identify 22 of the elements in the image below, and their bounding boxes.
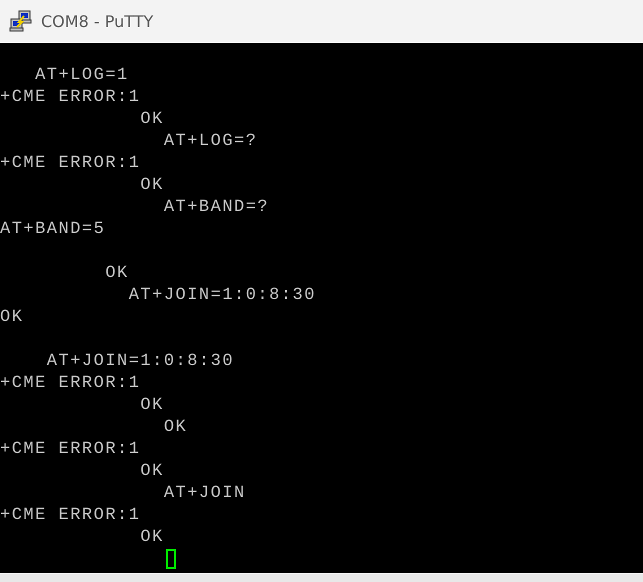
terminal-line: AT+LOG=? <box>162 132 258 151</box>
terminal-line: OK <box>139 396 164 415</box>
terminal-line: AT+BAND=? <box>162 198 270 217</box>
terminal-line: +CME ERROR:1 <box>0 154 140 173</box>
terminal-line: OK <box>139 462 164 481</box>
terminal-line: OK <box>0 308 24 327</box>
terminal-line: OK <box>139 110 164 129</box>
terminal-line: AT+JOIN=1:0:8:30 <box>128 286 316 305</box>
terminal-line: OK <box>162 418 188 437</box>
terminal-line: OK <box>139 176 164 195</box>
terminal-line: +CME ERROR:1 <box>0 88 140 107</box>
window-title: COM8 - PuTTY <box>41 12 154 31</box>
terminal-line: OK <box>139 528 164 547</box>
terminal-line: AT+BAND=5 <box>0 220 106 239</box>
terminal-line: +CME ERROR:1 <box>0 440 140 459</box>
terminal-line: AT+JOIN=1:0:8:30 <box>46 352 234 371</box>
terminal-line: +CME ERROR:1 <box>0 374 140 393</box>
terminal-line: AT+JOIN <box>162 484 246 503</box>
computers-icon <box>9 10 33 34</box>
terminal-line: AT+LOG=1 <box>34 66 129 85</box>
terminal-line: OK <box>104 264 129 283</box>
terminal-line: +CME ERROR:1 <box>0 506 140 525</box>
